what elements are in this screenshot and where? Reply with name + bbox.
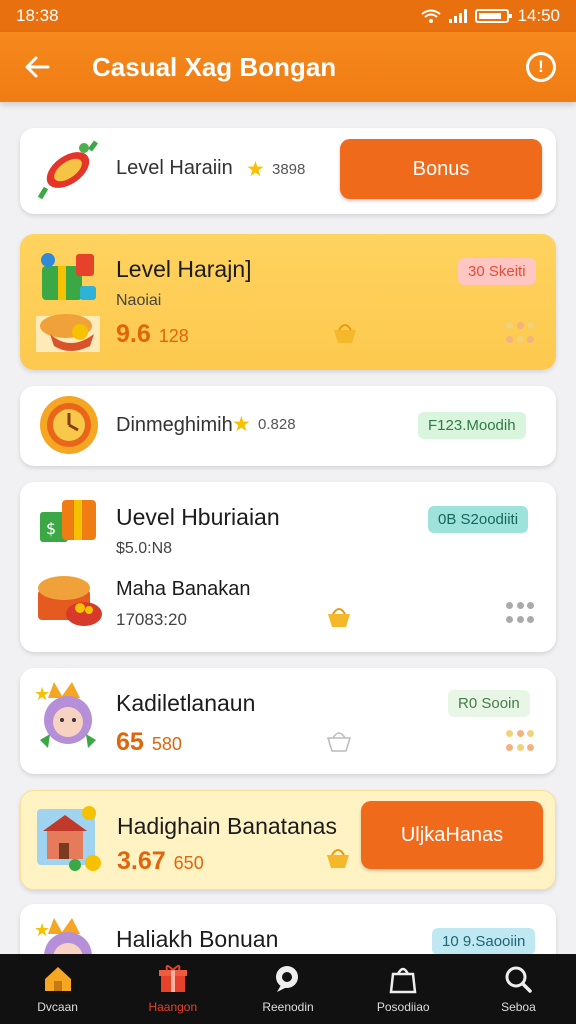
card-title: Level Haraiin [116, 157, 233, 179]
list-item[interactable]: ★ Haliakh Bonuan 10 9.Saooiin [20, 904, 556, 954]
list-item[interactable]: ★ Kadiletlanaun 65 580 R0 Sooin [20, 668, 556, 774]
character-icon: ★ [34, 918, 92, 954]
status-time: 18:38 [16, 6, 59, 25]
clock-icon [40, 396, 98, 454]
score: 3.67 650 [117, 847, 204, 876]
card-title: Uevel Hburiaian [116, 504, 280, 530]
home-icon [43, 964, 73, 994]
basket-icon [334, 324, 356, 343]
gift-box-icon [41, 253, 96, 300]
pie-bowl-icon [36, 314, 100, 352]
gift-boxes-icon: $ [40, 500, 96, 542]
card-subtitle-secondary: 17083:20 [116, 610, 187, 629]
status-badge: 0B S2oodiiti [428, 506, 529, 533]
back-button[interactable] [20, 50, 54, 84]
bonus-button[interactable]: Bonus [340, 139, 542, 199]
basket-outline-icon [326, 732, 352, 752]
chat-icon [273, 964, 303, 994]
nav-item-home[interactable]: Dvcaan [0, 954, 115, 1024]
gift-icon [158, 964, 188, 994]
exclamation-circle-icon: ! [538, 57, 544, 76]
status-bar: 18:38 14:50 [0, 0, 576, 32]
list-item[interactable]: Dinmeghimih ★ 0.828 F123.Moodih [20, 386, 556, 466]
nav-item-chat[interactable]: Reenodin [230, 954, 345, 1024]
list-item[interactable]: Level Harajn] Naoiai 9.6 128 30 Skeiti [20, 234, 556, 370]
info-button[interactable]: ! [526, 52, 556, 82]
card-title-secondary: Maha Banakan [116, 578, 251, 600]
score-value: 3.67 [117, 847, 166, 875]
app-bar: Casual Xag Bongan ! [0, 32, 576, 102]
basket-icon [327, 849, 349, 868]
candy-icon [38, 140, 98, 200]
wifi-icon [421, 9, 442, 23]
list-item[interactable]: $ Uevel Hburiaian $5.0:N8 Maha Banakan 1… [20, 482, 556, 652]
status-badge: R0 Sooin [448, 690, 530, 717]
score: 65 580 [116, 728, 182, 757]
star-value: 3898 [272, 161, 306, 178]
score-secondary: 580 [151, 734, 182, 754]
status-badge: F123.Moodih [418, 412, 526, 439]
score: 9.6 128 [116, 320, 189, 349]
action-button[interactable]: UljkaHanas [361, 801, 543, 869]
nav-item-search[interactable]: Seboa [461, 954, 576, 1024]
card-title: Haliakh Bonuan [116, 926, 279, 952]
arrow-left-icon [25, 56, 50, 78]
nav-label: Posodiiao [376, 1000, 430, 1014]
more-icon[interactable] [506, 730, 538, 752]
basket-icon [328, 608, 350, 627]
signal-icon [449, 9, 468, 23]
card-subtitle: $5.0:N8 [116, 540, 173, 557]
list-item[interactable]: Hadighain Banatanas 3.67 650 UljkaHanas [20, 790, 556, 890]
nav-item-gift[interactable]: Haangon [115, 954, 230, 1024]
svg-text:★: ★ [34, 920, 50, 941]
battery-icon [475, 9, 513, 23]
more-icon[interactable] [506, 322, 538, 344]
score-secondary: 650 [173, 853, 204, 873]
svg-text:★: ★ [34, 684, 50, 705]
food-basket-icon [38, 576, 102, 626]
status-icons: 14:50 [421, 6, 560, 26]
card-title: Hadighain Banatanas [117, 813, 337, 839]
score-secondary: 128 [158, 326, 189, 346]
battery-time: 14:50 [517, 6, 560, 25]
nav-label: Dvcaan [37, 1000, 78, 1014]
nav-label: Reenodin [262, 1000, 314, 1014]
card-subtitle: Naoiai [116, 292, 162, 309]
svg-text:$: $ [46, 519, 56, 538]
star-icon: ★ [246, 158, 265, 181]
bottom-navigation: Dvcaan Haangon Reenodin Posodiiao Seboa [0, 954, 576, 1024]
status-badge: 30 Skeiti [458, 258, 536, 285]
star-value: 0.828 [258, 416, 296, 433]
nav-label: Haangon [148, 1000, 198, 1014]
score-value: 9.6 [116, 320, 151, 348]
status-badge: 10 9.Saooiin [432, 928, 536, 954]
nav-label: Seboa [501, 1000, 536, 1014]
more-icon[interactable] [506, 602, 538, 624]
nav-item-bag[interactable]: Posodiiao [346, 954, 461, 1024]
house-icon [37, 806, 101, 871]
list-item[interactable]: Level Haraiin ★ 3898 Bonus [20, 128, 556, 214]
card-title: Dinmeghimih [116, 414, 233, 436]
star-icon: ★ [232, 413, 251, 436]
game-list[interactable]: Level Haraiin ★ 3898 Bonus Level Harajn]… [0, 102, 576, 954]
character-icon: ★ [34, 682, 96, 748]
page-title: Casual Xag Bongan [92, 51, 337, 82]
bag-icon [388, 964, 418, 994]
card-title: Kadiletlanaun [116, 690, 256, 716]
card-title: Level Harajn] [116, 256, 252, 282]
score-value: 65 [116, 728, 144, 756]
search-icon [503, 964, 533, 994]
